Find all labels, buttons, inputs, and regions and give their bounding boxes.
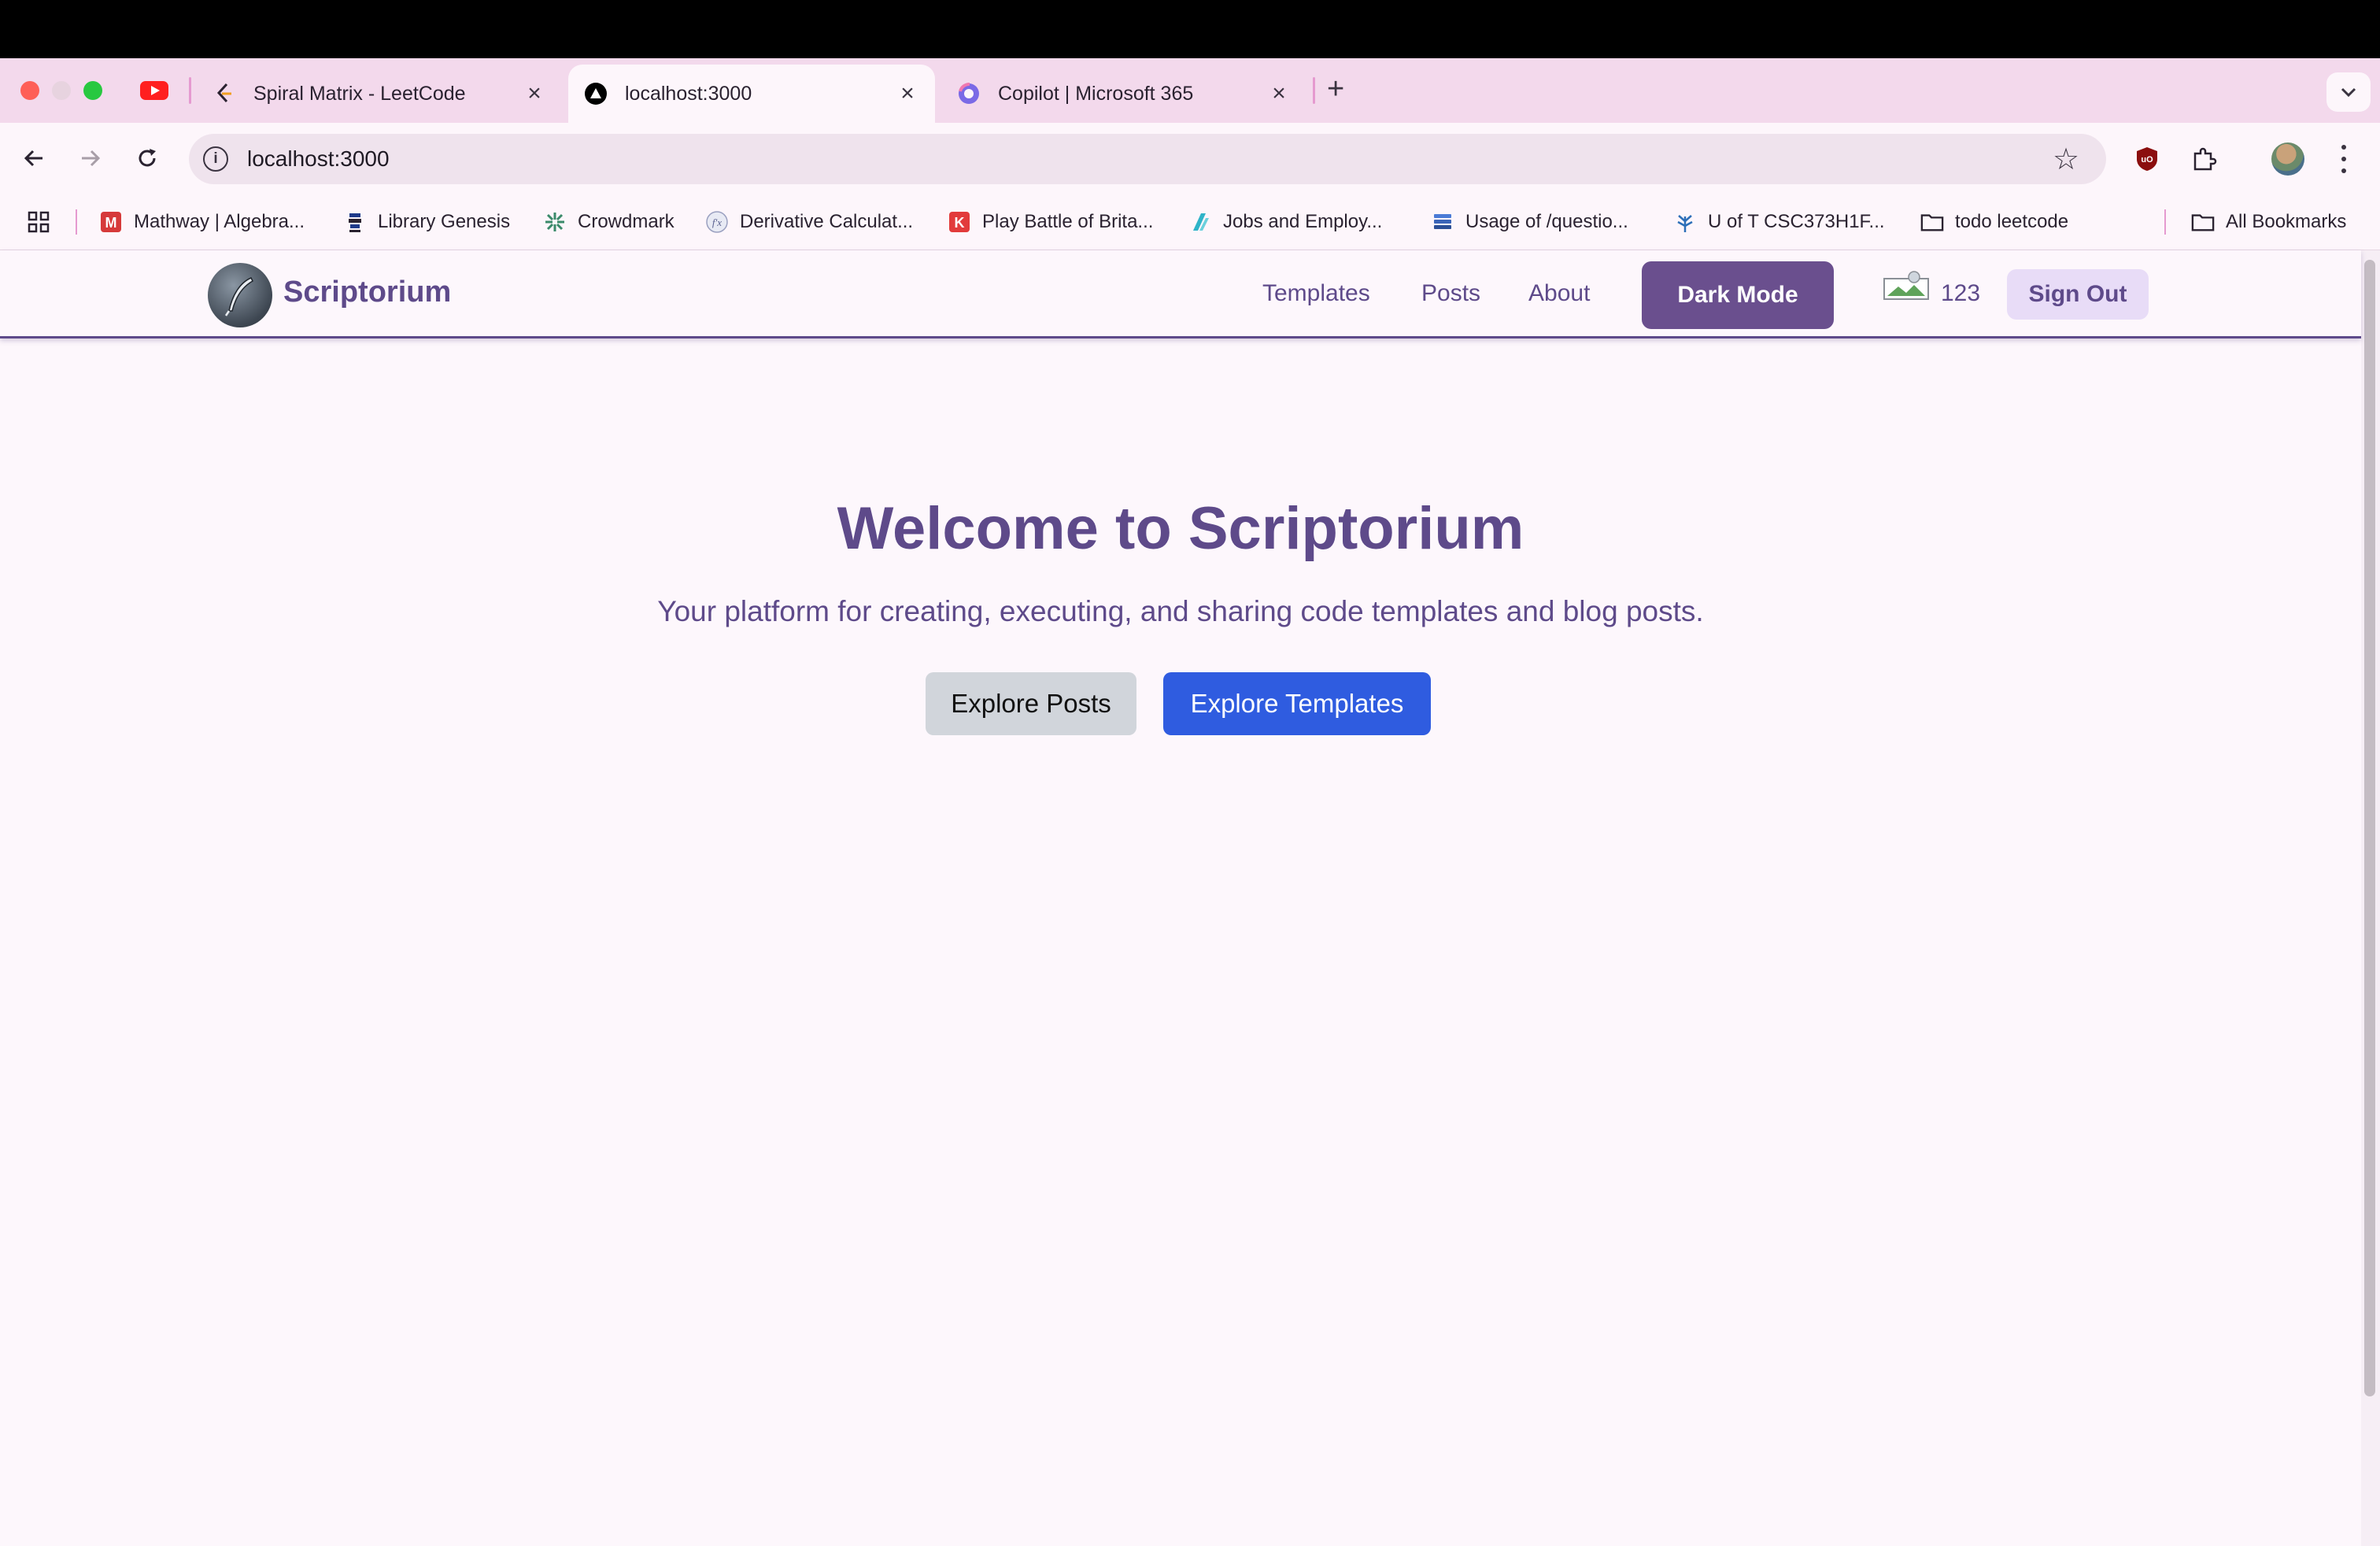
nav-templates-link[interactable]: Templates: [1262, 280, 1370, 307]
bookmark-label: todo leetcode: [1955, 211, 2069, 232]
profile-avatar[interactable]: [2271, 142, 2304, 176]
nav-posts-link[interactable]: Posts: [1421, 280, 1480, 307]
window-minimize-button[interactable]: [52, 81, 71, 100]
svg-text:f'x: f'x: [712, 216, 722, 228]
site-info-icon[interactable]: i: [203, 146, 228, 172]
nav-about-link[interactable]: About: [1528, 280, 1590, 307]
bookmark-derivative-calculator[interactable]: f'x Derivative Calculat...: [705, 206, 913, 238]
library-genesis-icon: [343, 210, 367, 234]
tab-close-button[interactable]: ×: [896, 80, 919, 107]
explore-posts-button[interactable]: Explore Posts: [926, 672, 1136, 735]
scriptorium-logo[interactable]: [208, 263, 272, 327]
brand-name[interactable]: Scriptorium: [283, 276, 451, 309]
svg-text:K: K: [955, 215, 965, 231]
tab-title: Spiral Matrix - LeetCode: [253, 82, 466, 105]
quill-icon: [224, 277, 253, 316]
dark-mode-button[interactable]: Dark Mode: [1642, 261, 1834, 329]
page-viewport: [0, 250, 2361, 1546]
hero-subtitle: Your platform for creating, executing, a…: [657, 595, 1704, 627]
user-points: 123: [1941, 280, 1981, 306]
tab-close-button[interactable]: ×: [1267, 80, 1291, 107]
extensions-puzzle-icon[interactable]: [2190, 145, 2218, 173]
scrollbar-thumb[interactable]: [2364, 260, 2375, 1396]
bookmark-separator: [76, 209, 77, 235]
menu-bar: [0, 0, 2380, 58]
user-avatar-broken-image-icon[interactable]: [1883, 271, 1931, 302]
bookmark-jobs[interactable]: Jobs and Employ...: [1188, 206, 1382, 238]
jobs-icon: [1188, 210, 1212, 234]
tab-leetcode[interactable]: Spiral Matrix - LeetCode ×: [197, 65, 562, 123]
bookmark-battle-of-britain[interactable]: K Play Battle of Brita...: [948, 206, 1153, 238]
pinned-tab-youtube[interactable]: [139, 79, 170, 102]
browser-menu-icon[interactable]: [2336, 142, 2352, 176]
crowdmark-icon: [543, 210, 567, 234]
youtube-icon: [140, 81, 168, 100]
forward-button[interactable]: [71, 139, 110, 178]
mathway-icon: M: [99, 210, 123, 234]
tab-close-button[interactable]: ×: [523, 80, 546, 107]
bookmark-label: Mathway | Algebra...: [134, 211, 305, 232]
leetcode-icon: [213, 82, 236, 105]
bookmark-label: Library Genesis: [378, 211, 511, 232]
bookmark-label: Play Battle of Brita...: [982, 211, 1154, 232]
kahoot-icon: K: [948, 210, 971, 234]
url-text[interactable]: localhost:3000: [247, 146, 390, 172]
new-tab-button[interactable]: +: [1327, 72, 1344, 106]
address-bar[interactable]: [189, 134, 2106, 184]
reload-button[interactable]: [128, 139, 167, 178]
all-bookmarks-label: All Bookmarks: [2226, 211, 2347, 232]
chevron-down-icon: [2341, 87, 2356, 98]
bookmark-separator: [2164, 209, 2166, 235]
bookmark-mathway[interactable]: M Mathway | Algebra...: [99, 206, 305, 238]
explore-templates-button[interactable]: Explore Templates: [1163, 672, 1431, 735]
tab-separator: [1313, 77, 1315, 104]
window-zoom-button[interactable]: [83, 81, 102, 100]
bookmark-label: Jobs and Employ...: [1223, 211, 1383, 232]
stack-exchange-icon: [1431, 210, 1454, 234]
reload-icon: [139, 149, 156, 167]
tab-separator: [189, 77, 191, 104]
bookmark-label: Crowdmark: [578, 211, 674, 232]
bookmark-stackoverflow[interactable]: Usage of /questio...: [1431, 206, 1628, 238]
svg-text:M: M: [105, 215, 117, 231]
window-close-button[interactable]: [20, 81, 39, 100]
tab-copilot[interactable]: Copilot | Microsoft 365 ×: [941, 65, 1306, 123]
tab-search-button[interactable]: [2326, 72, 2371, 112]
folder-icon: [1920, 210, 1944, 234]
hero-title: Welcome to Scriptorium: [837, 495, 1524, 562]
bookmark-crowdmark[interactable]: Crowdmark: [543, 206, 674, 238]
arrow-right-icon: [82, 150, 101, 167]
bookmark-uoft[interactable]: U of T CSC373H1F...: [1673, 206, 1885, 238]
bookmark-library-genesis[interactable]: Library Genesis: [343, 206, 510, 238]
tab-title: Copilot | Microsoft 365: [998, 82, 1194, 105]
derivative-calculator-icon: f'x: [705, 210, 729, 234]
copilot-icon: [957, 82, 981, 105]
all-bookmarks-button[interactable]: All Bookmarks: [2191, 206, 2346, 238]
bookmark-label: U of T CSC373H1F...: [1708, 211, 1885, 232]
bookmark-label: Usage of /questio...: [1465, 211, 1628, 232]
nextjs-icon: [584, 82, 608, 105]
apps-grid-icon[interactable]: [27, 206, 50, 238]
bookmark-star-icon[interactable]: ☆: [2053, 142, 2079, 177]
svg-text:uO: uO: [2141, 155, 2153, 165]
sign-out-button[interactable]: Sign Out: [2007, 269, 2149, 320]
tab-localhost[interactable]: localhost:3000 ×: [568, 65, 935, 123]
folder-icon: [2191, 210, 2215, 234]
bookmark-label: Derivative Calculat...: [740, 211, 914, 232]
arrow-left-icon: [24, 150, 42, 167]
tab-title: localhost:3000: [625, 82, 752, 105]
uoft-tree-icon: [1673, 210, 1697, 234]
ublock-extension-icon[interactable]: uO: [2133, 145, 2161, 173]
bookmark-folder-todo-leetcode[interactable]: todo leetcode: [1920, 206, 2068, 238]
back-button[interactable]: [14, 139, 54, 178]
